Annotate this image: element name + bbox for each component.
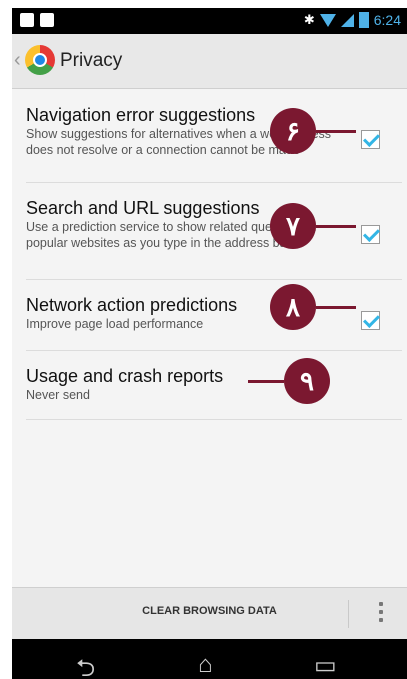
callout-arrow xyxy=(248,379,284,383)
overflow-menu-icon[interactable] xyxy=(379,602,383,622)
callout-number: ۶ xyxy=(270,108,316,154)
clock: 6:24 xyxy=(373,12,401,28)
bottom-action-bar: CLEAR BROWSING DATA xyxy=(12,587,407,640)
wifi-icon xyxy=(319,13,336,27)
action-bar: ‹ Privacy xyxy=(12,34,407,89)
callout-number: ۸ xyxy=(270,284,316,330)
chrome-logo-icon[interactable] xyxy=(25,45,55,75)
page-title: Privacy xyxy=(60,50,123,71)
callout-arrow xyxy=(316,129,356,133)
back-icon[interactable]: ⮌ xyxy=(76,651,95,679)
android-icon xyxy=(40,13,54,27)
phone-screen: ✱ 6:24 ‹ Privacy Navigation error sugges… xyxy=(12,8,407,679)
checkbox[interactable] xyxy=(361,130,380,149)
pref-usage-crash-reports[interactable]: Usage and crash reports Never send xyxy=(26,351,402,420)
battery-icon xyxy=(358,12,369,28)
screenshot-icon xyxy=(20,13,34,27)
callout-arrow xyxy=(316,224,356,228)
callout-7: ۷ xyxy=(270,203,356,249)
recents-icon[interactable]: ▭ xyxy=(314,651,337,679)
callout-6: ۶ xyxy=(270,108,356,154)
callout-number: ۹ xyxy=(284,358,330,404)
checkbox[interactable] xyxy=(361,225,380,244)
home-icon[interactable]: ⌂ xyxy=(198,651,213,679)
callout-arrow xyxy=(316,305,356,309)
callout-number: ۷ xyxy=(270,203,316,249)
pref-title: Usage and crash reports xyxy=(26,366,224,386)
bluetooth-icon: ✱ xyxy=(303,12,315,27)
navigation-bar: ⮌ ⌂ ▭ xyxy=(12,639,407,679)
callout-8: ۸ xyxy=(270,284,356,330)
callout-9: ۹ xyxy=(248,358,330,404)
divider xyxy=(348,600,349,628)
signal-icon xyxy=(340,13,354,27)
back-chevron-icon[interactable]: ‹ xyxy=(14,49,21,72)
checkbox[interactable] xyxy=(361,311,380,330)
status-bar: ✱ 6:24 xyxy=(12,8,407,34)
